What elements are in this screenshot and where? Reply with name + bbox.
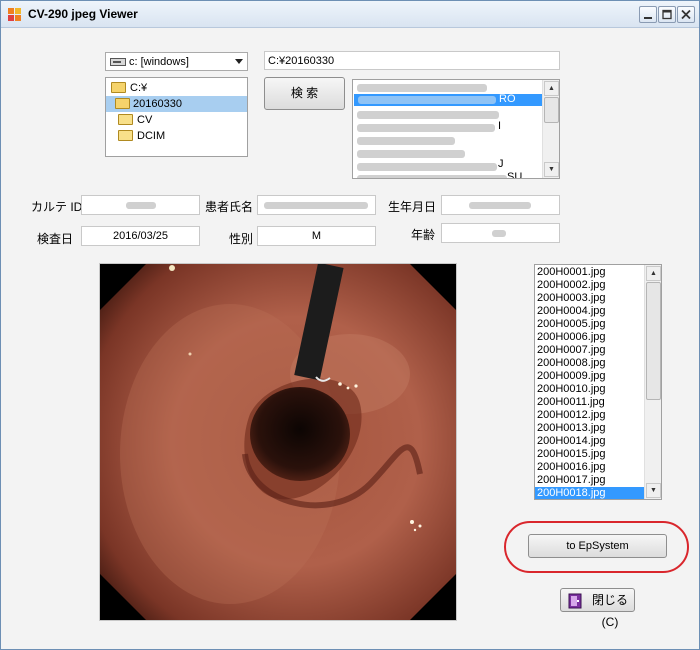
app-window: CV-290 jpeg Viewer c: [windows] C:¥20160… (0, 0, 700, 650)
close-icon (681, 9, 691, 20)
folder-icon (118, 130, 133, 141)
open-folder-icon (115, 98, 130, 109)
scroll-up-icon[interactable]: ▲ (646, 266, 661, 281)
age-label: 年齢 (411, 228, 436, 242)
patient-row[interactable] (357, 84, 487, 92)
drive-icon (110, 58, 126, 66)
patient-name-field[interactable] (257, 195, 376, 215)
to-epsystem-button[interactable]: to EpSystem (528, 534, 667, 558)
patient-row[interactable] (357, 175, 507, 178)
sex-value: M (311, 230, 322, 242)
drive-select[interactable]: c: [windows] (105, 52, 248, 71)
close-button-label: 閉じる(C) (591, 593, 628, 629)
patient-row[interactable] (357, 150, 465, 158)
exit-door-icon (568, 593, 582, 609)
folder-label: 20160330 (133, 98, 182, 110)
folder-label: DCIM (137, 130, 166, 142)
karte-id-field[interactable] (81, 195, 200, 215)
window-title: CV-290 jpeg Viewer (28, 7, 138, 21)
birth-date-field[interactable] (441, 195, 560, 215)
file-item[interactable]: 200H0013.jpg (535, 422, 645, 435)
folder-item-root[interactable]: C:¥ (106, 80, 247, 96)
folder-item-dcim[interactable]: DCIM (106, 128, 247, 144)
patient-row[interactable] (357, 124, 495, 132)
search-button-label: 検 索 (290, 86, 319, 100)
age-field[interactable] (441, 223, 560, 243)
drive-select-value: c: [windows] (129, 56, 189, 68)
file-item[interactable]: 200H0006.jpg (535, 331, 645, 344)
path-value: C:¥20160330 (268, 55, 335, 67)
patient-row-selected[interactable]: RO (354, 93, 542, 106)
file-item[interactable]: 200H0008.jpg (535, 357, 645, 370)
file-list-scrollbar[interactable]: ▲ ▼ (644, 265, 661, 499)
file-item[interactable]: 200H0009.jpg (535, 370, 645, 383)
minimize-button[interactable] (639, 6, 657, 23)
file-item[interactable]: 200H0003.jpg (535, 292, 645, 305)
patient-list-scrollbar[interactable]: ▲ ▼ (542, 80, 559, 178)
search-button[interactable]: 検 索 (264, 77, 345, 110)
folder-item-20160330[interactable]: 20160330 (106, 96, 247, 112)
maximize-icon (662, 9, 672, 20)
file-item[interactable]: 200H0017.jpg (535, 474, 645, 487)
open-folder-icon (111, 82, 126, 93)
file-item[interactable]: 200H0005.jpg (535, 318, 645, 331)
sex-label: 性別 (229, 232, 254, 246)
file-item[interactable]: 200H0015.jpg (535, 448, 645, 461)
file-item[interactable]: 200H0001.jpg (535, 266, 645, 279)
endoscope-image (100, 264, 456, 620)
karte-id-label: カルテ ID (31, 200, 83, 214)
close-button[interactable]: 閉じる(C) (560, 588, 635, 629)
file-item[interactable]: 200H0010.jpg (535, 383, 645, 396)
scroll-thumb[interactable] (544, 97, 559, 123)
path-field[interactable]: C:¥20160330 (264, 51, 560, 70)
to-epsystem-label: to EpSystem (566, 540, 629, 552)
scroll-thumb[interactable] (646, 282, 661, 400)
file-item[interactable]: 200H0011.jpg (535, 396, 645, 409)
file-item[interactable]: 200H0004.jpg (535, 305, 645, 318)
exam-date-label: 検査日 (37, 232, 74, 246)
scroll-up-icon[interactable]: ▲ (544, 81, 559, 96)
patient-name-label: 患者氏名 (205, 200, 254, 214)
file-item[interactable]: 200H0007.jpg (535, 344, 645, 357)
file-item[interactable]: 200H0012.jpg (535, 409, 645, 422)
folder-tree[interactable]: C:¥ 20160330 CV DCIM (105, 77, 248, 157)
maximize-button[interactable] (658, 6, 676, 23)
patient-list[interactable]: RO I J SU ▲ ▼ (352, 79, 560, 179)
image-viewer[interactable] (99, 263, 457, 621)
close-window-button[interactable] (677, 6, 695, 23)
birth-date-label: 生年月日 (388, 200, 437, 214)
folder-label: CV (137, 114, 153, 126)
folder-label: C:¥ (130, 82, 148, 94)
chevron-down-icon (235, 59, 243, 64)
file-item[interactable]: 200H0016.jpg (535, 461, 645, 474)
file-item-selected[interactable]: 200H0018.jpg (535, 487, 645, 499)
patient-row[interactable] (357, 137, 455, 145)
patient-row[interactable] (357, 163, 497, 171)
title-bar: CV-290 jpeg Viewer (1, 1, 699, 28)
patient-row[interactable] (357, 111, 499, 119)
scroll-down-icon[interactable]: ▼ (646, 483, 661, 498)
file-item[interactable]: 200H0014.jpg (535, 435, 645, 448)
exam-date-field[interactable]: 2016/03/25 (81, 226, 200, 246)
file-list-items: 200H0001.jpg 200H0002.jpg 200H0003.jpg 2… (535, 266, 645, 499)
file-list[interactable]: 200H0001.jpg 200H0002.jpg 200H0003.jpg 2… (534, 264, 662, 500)
scroll-down-icon[interactable]: ▼ (544, 162, 559, 177)
folder-item-cv[interactable]: CV (106, 112, 247, 128)
file-item[interactable]: 200H0002.jpg (535, 279, 645, 292)
sex-field[interactable]: M (257, 226, 376, 246)
exam-date-value: 2016/03/25 (112, 230, 169, 242)
folder-icon (118, 114, 133, 125)
minimize-icon (644, 17, 652, 19)
app-icon (8, 8, 21, 21)
